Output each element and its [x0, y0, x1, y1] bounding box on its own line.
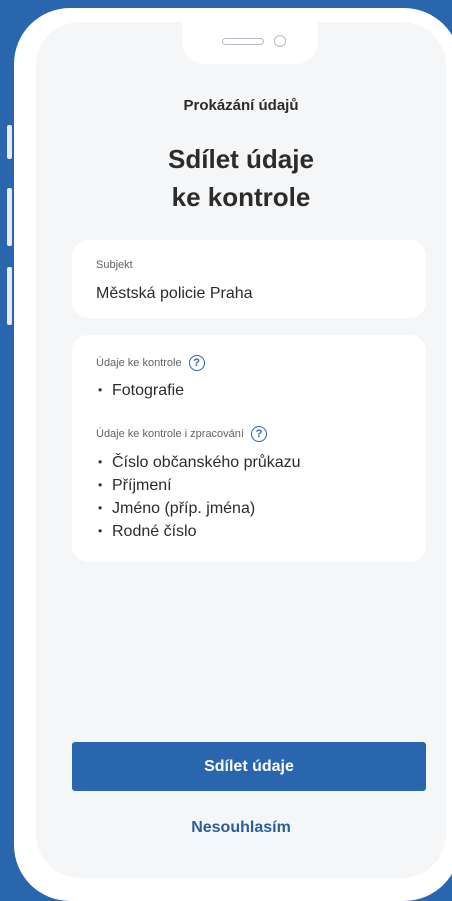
page-title: Sdílet údaje ke kontrole [36, 140, 446, 216]
subject-card: Subjekt Městská policie Praha [72, 240, 426, 318]
page-title-line-2: ke kontrole [171, 182, 311, 212]
speaker-icon [222, 38, 264, 45]
help-icon[interactable]: ? [250, 426, 267, 442]
phone-side-button-middle [7, 188, 12, 246]
phone-side-button-bottom [7, 267, 12, 325]
list-item: Číslo občanského průkazu [98, 451, 301, 474]
camera-icon [274, 35, 286, 47]
inspection-processing-data-list: Číslo občanského průkazu Příjmení Jméno … [98, 451, 301, 543]
app-screen: Prokázání údajů Sdílet údaje ke kontrole… [36, 22, 446, 878]
inspection-processing-data-label: Údaje ke kontrole i zpracování [96, 428, 244, 440]
subject-value: Městská policie Praha [96, 285, 253, 302]
subject-label: Subjekt [96, 259, 133, 271]
inspection-data-list: Fotografie [98, 379, 184, 402]
inspection-data-label: Údaje ke kontrole [96, 357, 182, 369]
requested-data-card: Údaje ke kontrole ? Fotografie Údaje ke … [72, 335, 426, 562]
phone-notch [182, 22, 318, 64]
app-bar-title: Prokázání údajů [183, 97, 299, 114]
phone-side-button-top [7, 125, 12, 159]
inspection-data-header: Údaje ke kontrole ? [96, 355, 205, 371]
phone-frame: Prokázání údajů Sdílet údaje ke kontrole… [14, 8, 452, 901]
list-item: Příjmení [98, 474, 301, 497]
page-title-line-1: Sdílet údaje [168, 144, 314, 174]
decline-button[interactable]: Nesouhlasím [36, 819, 446, 837]
inspection-processing-data-header: Údaje ke kontrole i zpracování ? [96, 426, 267, 442]
list-item: Jméno (příp. jména) [98, 497, 301, 520]
list-item: Fotografie [98, 379, 184, 402]
share-data-button[interactable]: Sdílet údaje [72, 742, 426, 791]
list-item: Rodné číslo [98, 520, 301, 543]
help-icon[interactable]: ? [188, 355, 205, 371]
